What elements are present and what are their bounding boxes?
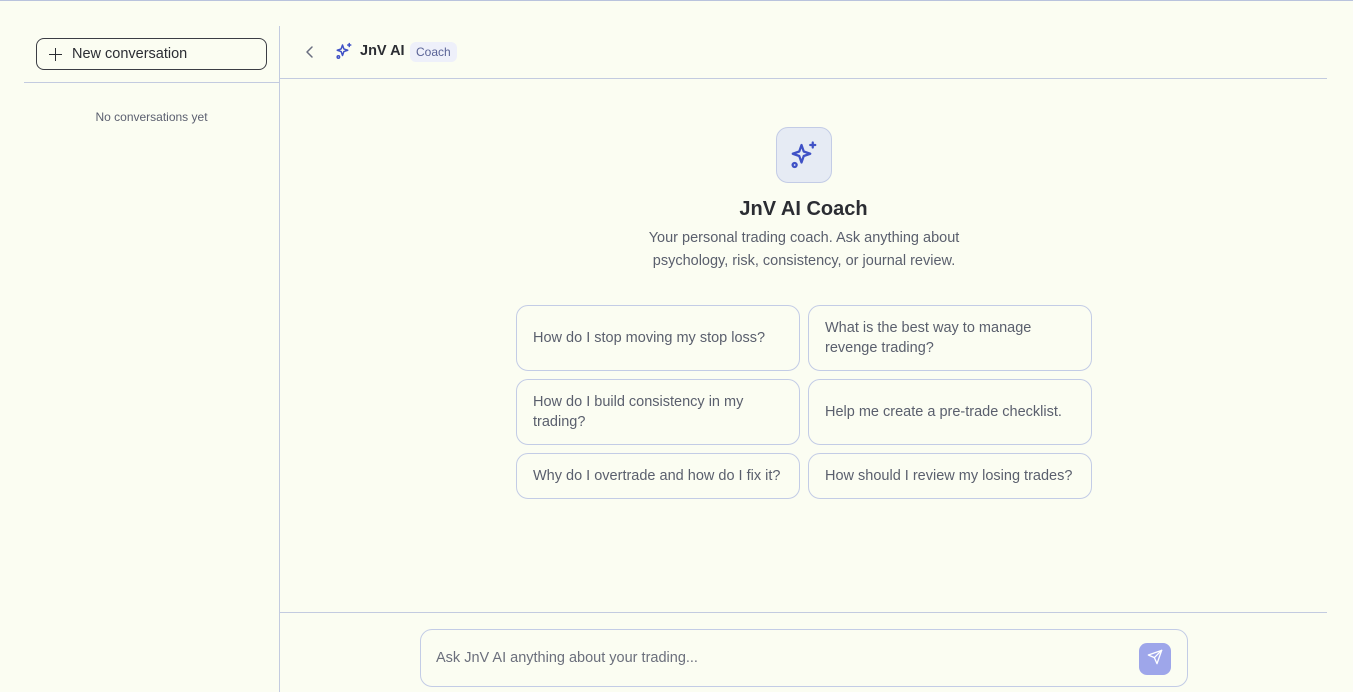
top-border [0,0,1353,2]
sparkles-icon [335,42,353,60]
chat-header: JnV AI Coach [280,26,1327,79]
composer-divider [280,612,1327,613]
sparkles-icon [776,127,832,183]
empty-conversations-text: No conversations yet [95,110,208,124]
coach-badge: Coach [410,42,457,62]
chevron-left-icon[interactable] [302,44,318,60]
suggestion-card[interactable]: Why do I overtrade and how do I fix it? [516,453,800,499]
send-icon [1147,649,1163,670]
chat-main: JnV AI Coach Your personal trading coach… [280,80,1327,612]
hero-subtitle: Your personal trading coach. Ask anythin… [648,230,960,269]
suggestion-card[interactable]: How should I review my losing trades? [808,453,1092,499]
suggestion-card[interactable]: What is the best way to manage revenge t… [808,305,1092,371]
suggestion-card[interactable]: How do I stop moving my stop loss? [516,305,800,371]
header-title: JnV AI [360,43,405,59]
message-composer [420,629,1188,687]
suggestion-card[interactable]: Help me create a pre-trade checklist. [808,379,1092,445]
hero-title: JnV AI Coach [739,198,868,220]
conversation-sidebar: New conversation No conversations yet [24,26,280,692]
suggestion-card[interactable]: How do I build consistency in my trading… [516,379,800,445]
message-input[interactable] [436,640,1136,676]
new-conversation-label: New conversation [72,46,188,62]
plus-icon [49,47,62,61]
sidebar-divider [24,82,279,83]
new-conversation-button[interactable]: New conversation [36,38,267,70]
send-button[interactable] [1139,643,1171,675]
